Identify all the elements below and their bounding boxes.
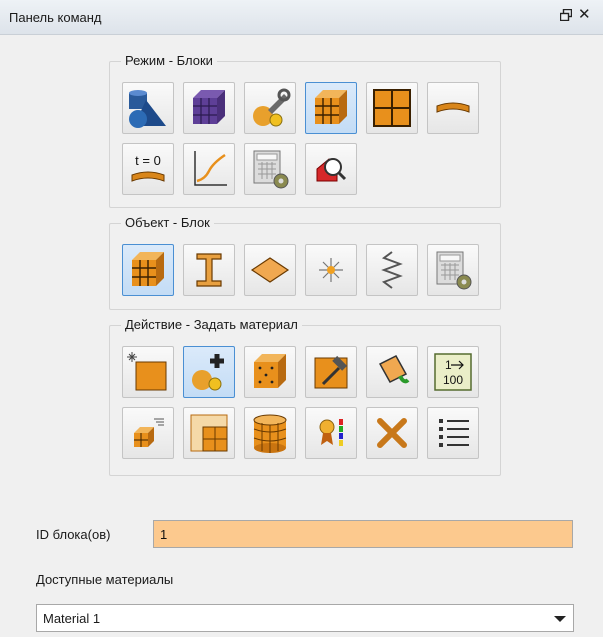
hammer-icon: [314, 355, 348, 389]
spring-button[interactable]: [366, 244, 418, 296]
time-zero-label: t = 0: [135, 153, 161, 168]
point-star-icon: [319, 258, 343, 282]
block-cube-button[interactable]: [122, 244, 174, 296]
add-material-button[interactable]: [183, 346, 235, 398]
calculator-gear-icon: [253, 150, 289, 189]
surface-button[interactable]: [244, 244, 296, 296]
mode-group: Режим - Блоки t = 0: [109, 53, 501, 208]
xy-plot-icon: [194, 151, 227, 186]
panel-title: Панель команд: [9, 10, 102, 25]
curved-plate-button[interactable]: [427, 82, 479, 134]
dotted-cube-icon: [254, 354, 286, 388]
mesh-button[interactable]: [183, 82, 235, 134]
block-id-label: ID блока(ов): [36, 527, 111, 542]
paint-bucket-icon: [378, 355, 410, 384]
list-button[interactable]: [427, 407, 479, 459]
geometry-button[interactable]: [122, 82, 174, 134]
create-block-button[interactable]: [122, 346, 174, 398]
mode-group-title: Режим - Блоки: [121, 53, 217, 69]
spring-icon: [381, 251, 403, 289]
calculator-gear-icon: [436, 251, 472, 290]
xy-plot-button[interactable]: [183, 143, 235, 195]
object-group: Объект - Блок: [109, 215, 501, 310]
close-icon[interactable]: ✕: [578, 7, 603, 23]
stacked-cubes-icon: [134, 418, 164, 447]
delete-icon: [377, 418, 407, 448]
medal-color-button[interactable]: [305, 407, 357, 459]
split-grid-icon: [190, 414, 228, 452]
medal-color-icon: [319, 419, 343, 446]
point-star-button[interactable]: [305, 244, 357, 296]
materials-selected: Material 1: [43, 611, 101, 626]
time-zero-button[interactable]: t = 0: [122, 143, 174, 195]
create-block-icon: [127, 352, 167, 391]
materials-label: Доступные материалы: [36, 572, 174, 587]
add-material-icon: [192, 354, 224, 391]
mesh-icon: [193, 90, 225, 124]
dotted-cube-button[interactable]: [244, 346, 296, 398]
object-group-title: Объект - Блок: [121, 215, 214, 231]
cylinder-icon: [253, 414, 287, 453]
grid-frame-button[interactable]: [366, 82, 418, 134]
list-icon: [439, 419, 469, 447]
stacked-cubes-button[interactable]: [122, 407, 174, 459]
numbering-icon: 1 100: [434, 353, 472, 391]
cylinder-button[interactable]: [244, 407, 296, 459]
tools-button[interactable]: [244, 82, 296, 134]
zoom-inspect-icon: [316, 158, 347, 182]
time-zero-icon: t = 0: [131, 153, 165, 182]
geometry-icon: [129, 90, 166, 128]
tools-icon: [253, 88, 291, 127]
block-id-input[interactable]: [153, 520, 573, 548]
hammer-button[interactable]: [305, 346, 357, 398]
action-group-title: Действие - Задать материал: [121, 317, 302, 333]
numbering-button[interactable]: 1 100: [427, 346, 479, 398]
grid-frame-icon: [373, 89, 411, 127]
chevron-down-icon: [554, 616, 566, 622]
float-window-icon[interactable]: [560, 9, 572, 21]
action-group: Действие - Задать материал 1 100: [109, 317, 501, 476]
delete-button[interactable]: [366, 407, 418, 459]
blocks-button[interactable]: [305, 82, 357, 134]
curved-plate-icon: [436, 102, 470, 113]
panel-titlebar: Панель команд ✕: [0, 0, 603, 35]
materials-dropdown[interactable]: Material 1: [36, 604, 574, 632]
paint-bucket-button[interactable]: [366, 346, 418, 398]
block-cube-icon: [132, 252, 164, 286]
calculator-gear-button[interactable]: [244, 143, 296, 195]
zoom-inspect-button[interactable]: [305, 143, 357, 195]
ibeam-button[interactable]: [183, 244, 235, 296]
numbering-top-label: 1: [445, 358, 452, 372]
ibeam-icon: [196, 253, 222, 287]
split-grid-button[interactable]: [183, 407, 235, 459]
numbering-bottom-label: 100: [443, 373, 463, 387]
object-calculator-button[interactable]: [427, 244, 479, 296]
blocks-icon: [315, 90, 347, 124]
surface-icon: [250, 257, 290, 283]
